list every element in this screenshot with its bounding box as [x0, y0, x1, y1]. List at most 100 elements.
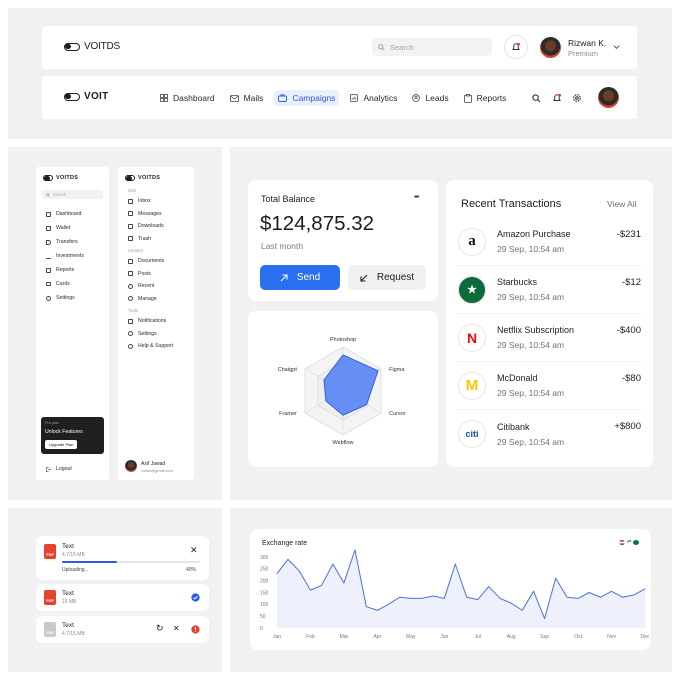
sidebar-item-investments[interactable]: Investments: [46, 249, 84, 263]
main-nav: Dashboard Mails Campaigns Analytics Lead…: [156, 90, 510, 106]
promo-title: Unlock Features: [45, 429, 83, 435]
x-tick-label: Sep: [540, 634, 549, 640]
transaction-date: 29 Sep, 10:54 am: [497, 388, 565, 398]
close-icon[interactable]: ✕: [173, 624, 180, 633]
sidebar-item-downloads[interactable]: Downloads: [128, 220, 173, 233]
sidebar-item-notifications[interactable]: Notifications: [128, 315, 173, 328]
data-point: [332, 563, 334, 565]
bell-icon[interactable]: [552, 93, 562, 103]
search-input[interactable]: Search: [390, 43, 414, 52]
sidebar-item-label: Reports: [56, 267, 75, 273]
nav-leads[interactable]: Leads: [408, 90, 452, 106]
sidebar-item-label: Transfers: [56, 239, 78, 245]
nav-label: Reports: [476, 93, 507, 103]
nav-reports[interactable]: Reports: [460, 90, 511, 106]
data-point: [376, 609, 378, 611]
sidebar-item-posts[interactable]: Posts: [128, 268, 173, 281]
search-icon[interactable]: [532, 94, 541, 103]
user-avatar[interactable]: [598, 87, 619, 108]
upgrade-plan-button[interactable]: Upgrade Plan: [45, 440, 78, 449]
remove-file-button[interactable]: ✕: [190, 545, 198, 556]
logo-mark-icon: [64, 42, 80, 51]
transaction-row[interactable]: M McDonald 29 Sep, 10:54 am -$80: [458, 362, 641, 410]
brand-logo[interactable]: VOITDS: [64, 41, 120, 52]
nav-mails[interactable]: Mails: [226, 90, 268, 106]
radar-label: Photoshop: [330, 337, 356, 343]
sidebar-search[interactable]: Search: [42, 190, 103, 199]
download-icon: [128, 223, 133, 229]
briefcase-icon: [278, 94, 288, 102]
sidebar-item-dashboard[interactable]: Dashboard: [46, 207, 84, 221]
pdf-file-icon: PDF: [44, 590, 56, 605]
transaction-row[interactable]: citi Citibank 29 Sep, 10:54 am +$800: [458, 410, 641, 458]
transaction-name: Netflix Subscription: [497, 325, 575, 335]
sidebar-item-settings[interactable]: Settings: [46, 291, 84, 305]
x-tick-label: Nov: [607, 634, 616, 640]
send-button[interactable]: Send: [260, 265, 340, 290]
brand-logo[interactable]: VOITDS: [43, 175, 78, 181]
arrow-down-left-icon: [360, 274, 368, 282]
transactions-card: Recent Transactions View All a Amazon Pu…: [446, 180, 653, 467]
sidebar-item-wallet[interactable]: Wallet: [46, 221, 84, 235]
transaction-row[interactable]: ★ Starbucks 29 Sep, 10:54 am -$12: [458, 266, 641, 314]
transaction-row[interactable]: a Amazon Purchase 29 Sep, 10:54 am -$231: [458, 218, 641, 266]
chevron-down-icon[interactable]: [613, 44, 620, 50]
transaction-date: 29 Sep, 10:54 am: [497, 436, 565, 447]
nav-dashboard[interactable]: Dashboard: [156, 90, 219, 106]
sidebar-2: VOITDS Mail Inbox Messages Downloads Tra…: [118, 167, 194, 480]
uploads-panel: PDF Text 4.7/15 MB ✕ Uploading... 40% PD…: [8, 508, 222, 672]
search-box[interactable]: Search: [372, 38, 492, 56]
data-point: [499, 598, 501, 599]
message-icon: [128, 211, 133, 217]
brand-logo[interactable]: VOIT: [64, 91, 109, 102]
sidebar-item-transfers[interactable]: Transfers: [46, 235, 84, 249]
gear-icon: [128, 331, 133, 337]
nav-label: Mails: [243, 93, 264, 103]
more-options-icon[interactable]: •••: [414, 194, 419, 201]
transaction-row[interactable]: N Netflix Subscription 29 Sep, 10:54 am -…: [458, 314, 641, 362]
search-input[interactable]: Search: [53, 192, 66, 197]
promo-caption: Pro plan: [45, 421, 60, 425]
logo-text: VOITDS: [56, 175, 79, 181]
search-icon: [46, 192, 50, 197]
user-avatar[interactable]: [540, 37, 561, 58]
sidebar-item-settings[interactable]: Settings: [128, 328, 173, 341]
gear-icon[interactable]: [572, 93, 582, 103]
sidebar-item-help[interactable]: Help & Support: [128, 340, 173, 353]
nav-label: Dashboard: [173, 93, 215, 103]
logout-button[interactable]: Logout: [46, 462, 72, 476]
sidebar-item-cards[interactable]: Cards: [46, 277, 84, 291]
retry-icon[interactable]: ↻: [156, 623, 164, 634]
grid-icon: [46, 211, 51, 217]
sidebar-item-label: Manage: [138, 295, 157, 302]
sidebar-item-reports[interactable]: Reports: [46, 263, 84, 277]
sidebar-item-inbox[interactable]: Inbox: [128, 195, 173, 208]
user-avatar[interactable]: [125, 460, 137, 472]
pdf-file-icon: PDF: [44, 544, 56, 559]
chart-icon: [350, 94, 359, 102]
finance-panel: Total Balance ••• $124,875.32 Last month…: [230, 147, 672, 500]
file-name: Text: [62, 622, 74, 629]
user-circle-icon: [412, 94, 421, 102]
bell-button[interactable]: [504, 35, 528, 59]
upload-card-complete: PDF Text 15 MB: [36, 584, 209, 611]
sidebar-item-manage[interactable]: Manage: [128, 293, 173, 306]
y-tick-label: 200: [260, 578, 269, 584]
header-bar-2: VOIT Dashboard Mails Campaigns Analytics…: [42, 76, 637, 119]
sidebar-item-trash[interactable]: Trash: [128, 233, 173, 246]
request-button[interactable]: Request: [348, 265, 426, 290]
sidebar-item-documents[interactable]: Documents: [128, 255, 173, 268]
x-tick-label: Mar: [340, 634, 349, 640]
nav-analytics[interactable]: Analytics: [346, 90, 401, 106]
nav-campaigns[interactable]: Campaigns: [274, 90, 340, 106]
x-tick-label: Apr: [373, 634, 381, 640]
transaction-amount: -$231: [616, 229, 641, 240]
trend-icon: [46, 254, 51, 259]
sidebar-item-messages[interactable]: Messages: [128, 208, 173, 221]
user-plan: Premium: [568, 49, 599, 58]
sidebar-item-label: Inbox: [138, 198, 151, 205]
view-all-link[interactable]: View All: [607, 199, 637, 209]
nav-label: Campaigns: [292, 93, 336, 103]
brand-logo[interactable]: VOITDS: [125, 175, 160, 181]
sidebar-item-recent[interactable]: Recent: [128, 280, 173, 293]
